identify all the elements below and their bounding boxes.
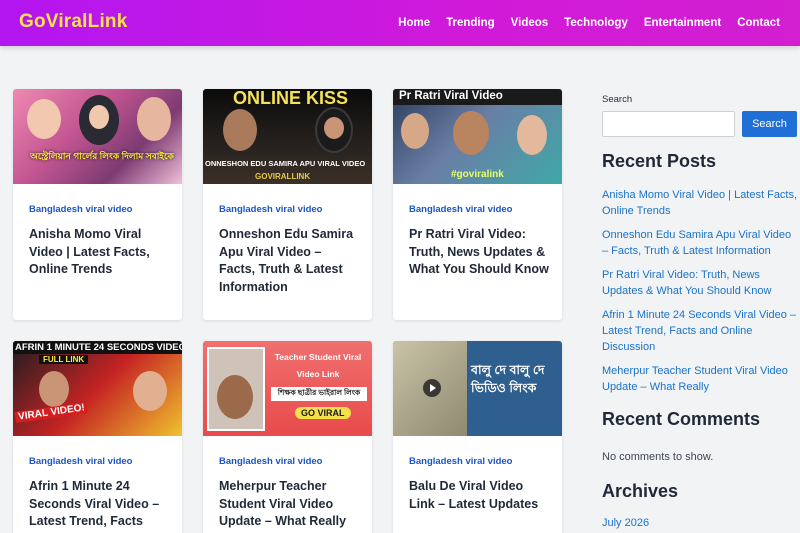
post-title[interactable]: Balu De Viral Video Link – Latest Update… (409, 478, 549, 513)
no-comments-text: No comments to show. (602, 451, 714, 463)
thumbnail-caption: Teacher Student Viral Video Link (274, 352, 362, 379)
thumbnail-caption: অস্ট্রেলিয়ান গার্লের লিংক দিলাম সবাইকে (30, 151, 174, 161)
post-thumbnail[interactable]: বালু দে বালু দে ভিডিও লিংক (393, 341, 562, 436)
nav-trending[interactable]: Trending (446, 17, 495, 29)
post-category[interactable]: Bangladesh viral video (409, 456, 512, 467)
person-image (517, 115, 547, 155)
post-thumbnail[interactable]: Teacher Student Viral Video Link শিক্ষক … (203, 341, 372, 436)
nav-contact[interactable]: Contact (737, 17, 780, 29)
post-thumbnail[interactable]: AFRIN 1 MINUTE 24 SECONDS VIDEO FULL LIN… (13, 341, 182, 436)
recent-post-link[interactable]: Onneshon Edu Samira Apu Viral Video – Fa… (602, 227, 798, 259)
thumbnail-hashtag: #goviralink (451, 169, 504, 180)
post-card[interactable]: AFRIN 1 MINUTE 24 SECONDS VIDEO FULL LIN… (13, 341, 182, 533)
post-thumbnail[interactable]: ONLINE KISS ONNESHON EDU SAMIRA APU VIRA… (203, 89, 372, 184)
post-category[interactable]: Bangladesh viral video (29, 204, 132, 215)
search-label: Search (602, 94, 633, 105)
post-category[interactable]: Bangladesh viral video (29, 456, 132, 467)
recent-post-link[interactable]: Meherpur Teacher Student Viral Video Upd… (602, 363, 798, 395)
thumbnail-subcaption: ONNESHON EDU SAMIRA APU VIRAL VIDEO (205, 159, 366, 168)
recent-post-link[interactable]: Anisha Momo Viral Video | Latest Facts, … (602, 187, 798, 219)
thumbnail-brand: GO VIRAL (295, 407, 351, 419)
person-image (223, 109, 257, 151)
recent-posts-list: Anisha Momo Viral Video | Latest Facts, … (602, 187, 798, 403)
search-input[interactable] (602, 111, 735, 137)
post-card[interactable]: ONLINE KISS ONNESHON EDU SAMIRA APU VIRA… (203, 89, 372, 320)
post-title[interactable]: Anisha Momo Viral Video | Latest Facts, … (29, 226, 169, 279)
post-title[interactable]: Meherpur Teacher Student Viral Video Upd… (219, 478, 359, 531)
thumbnail-caption: বালু দে বালু দে ভিডিও লিংক (471, 363, 545, 395)
person-face (324, 117, 344, 139)
nav-technology[interactable]: Technology (564, 17, 628, 29)
post-card[interactable]: Teacher Student Viral Video Link শিক্ষক … (203, 341, 372, 533)
thumbnail-brand: GOVIRALLINK (255, 172, 311, 181)
post-category[interactable]: Bangladesh viral video (219, 204, 322, 215)
thumbnail-subcaption: শিক্ষক ছাত্রীর ভাইরাল লিংক (271, 387, 367, 401)
person-face (89, 105, 109, 129)
post-title[interactable]: Onneshon Edu Samira Apu Viral Video – Fa… (219, 226, 359, 296)
person-image (137, 97, 171, 141)
thumbnail-caption: ONLINE KISS (233, 89, 349, 108)
post-thumbnail[interactable]: Pr Ratri Viral Video #goviralink (393, 89, 562, 184)
post-card[interactable]: বালু দে বালু দে ভিডিও লিংক Bangladesh vi… (393, 341, 562, 533)
archives-title: Archives (602, 481, 679, 501)
thumbnail-caption: AFRIN 1 MINUTE 24 SECONDS VIDEO (15, 342, 182, 353)
recent-posts-title: Recent Posts (602, 151, 717, 171)
nav-home[interactable]: Home (398, 17, 430, 29)
post-category[interactable]: Bangladesh viral video (409, 204, 512, 215)
archive-link[interactable]: July 2026 (602, 517, 649, 529)
site-logo[interactable]: GoViralLink (19, 11, 128, 33)
recent-post-link[interactable]: Afrin 1 Minute 24 Seconds Viral Video – … (602, 307, 798, 355)
search-button[interactable]: Search (742, 111, 797, 137)
post-category[interactable]: Bangladesh viral video (219, 456, 322, 467)
main-nav: Home Trending Videos Technology Entertai… (398, 0, 800, 46)
person-image (133, 371, 167, 411)
post-card[interactable]: অস্ট্রেলিয়ান গার্লের লিংক দিলাম সবাইকে … (13, 89, 182, 320)
post-card[interactable]: Pr Ratri Viral Video #goviralink Banglad… (393, 89, 562, 320)
site-header: GoViralLink Home Trending Videos Technol… (0, 0, 800, 46)
thumbnail-label: FULL LINK (39, 355, 89, 364)
nav-videos[interactable]: Videos (511, 17, 549, 29)
person-image (401, 113, 429, 149)
person-image (39, 371, 69, 407)
play-icon[interactable] (423, 379, 441, 397)
thumbnail-caption: Pr Ratri Viral Video (399, 90, 503, 102)
recent-comments-title: Recent Comments (602, 409, 761, 429)
person-image (27, 99, 61, 139)
post-title[interactable]: Pr Ratri Viral Video: Truth, News Update… (409, 226, 549, 279)
person-face (217, 375, 253, 419)
person-image (453, 111, 489, 155)
post-title[interactable]: Afrin 1 Minute 24 Seconds Viral Video – … (29, 478, 169, 531)
nav-entertainment[interactable]: Entertainment (644, 17, 721, 29)
recent-post-link[interactable]: Pr Ratri Viral Video: Truth, News Update… (602, 267, 798, 299)
post-thumbnail[interactable]: অস্ট্রেলিয়ান গার্লের লিংক দিলাম সবাইকে (13, 89, 182, 184)
